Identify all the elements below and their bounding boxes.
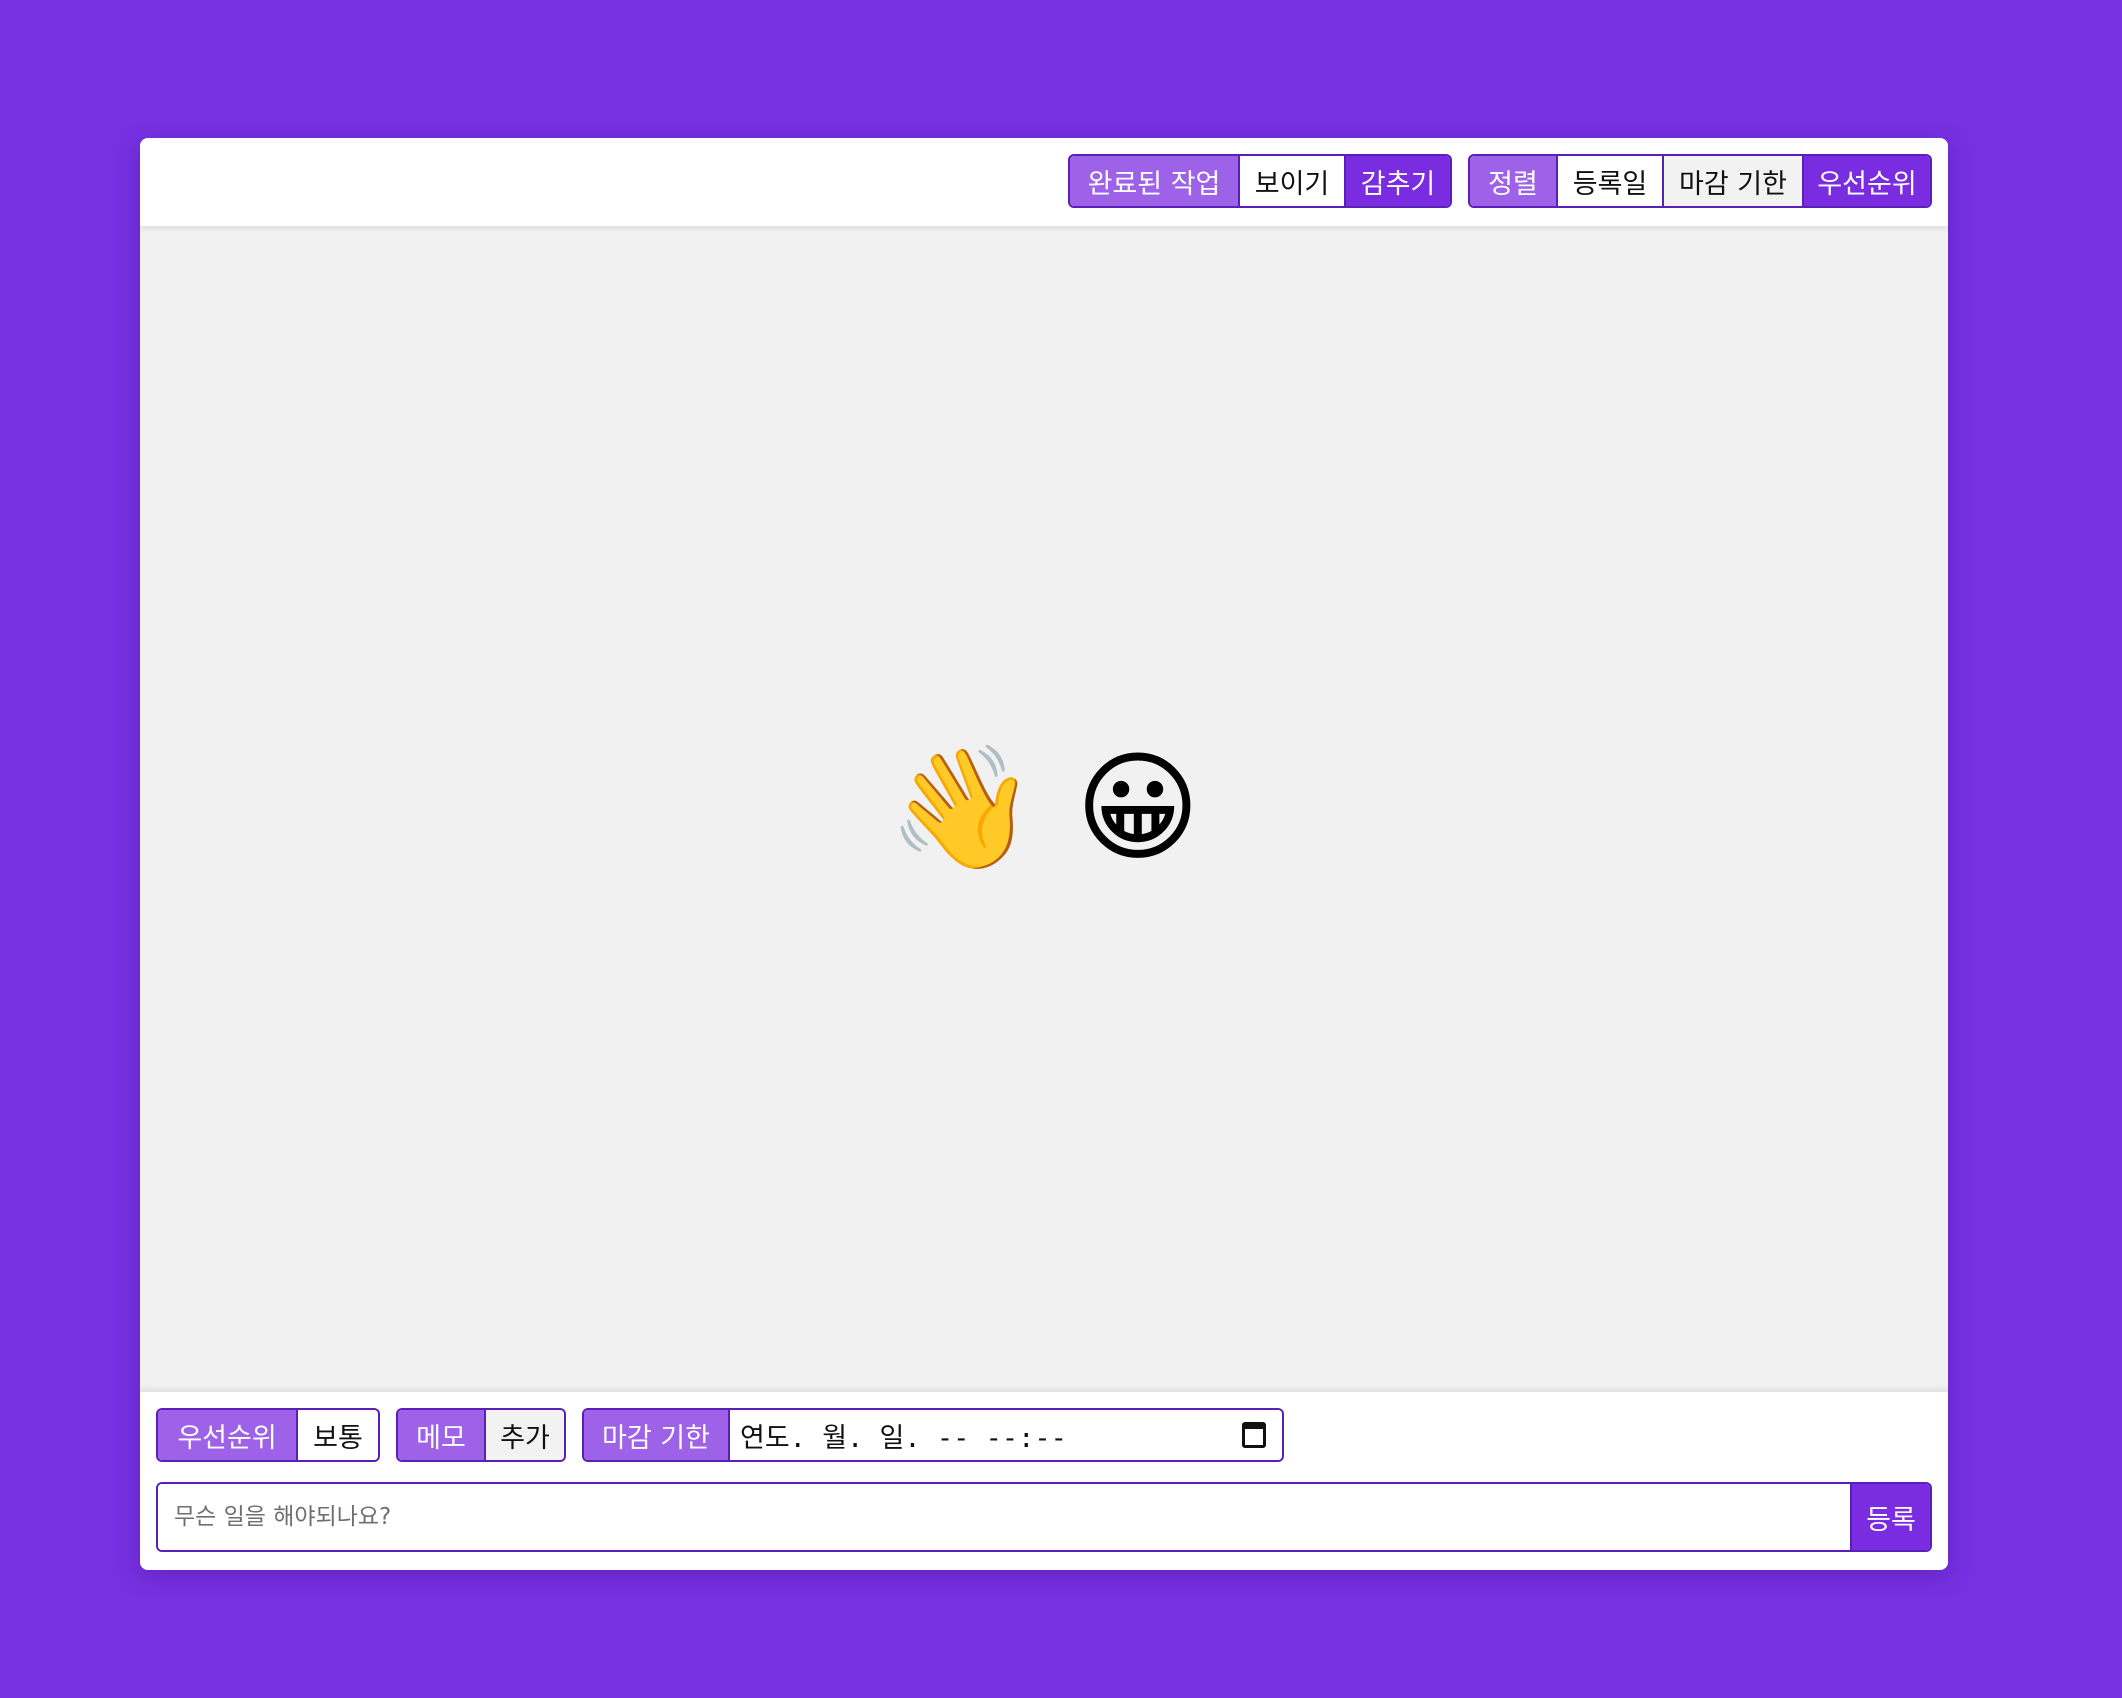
hide-completed-button[interactable]: 감추기 (1344, 156, 1450, 206)
show-completed-button[interactable]: 보이기 (1238, 156, 1344, 206)
deadline-picker: 마감 기한 연도. 월. 일. -- --:-- (582, 1408, 1284, 1462)
memo-label: 메모 (398, 1410, 484, 1460)
top-toolbar: 완료된 작업 보이기 감추기 정렬 등록일 마감 기한 우선순위 (140, 138, 1948, 226)
deadline-datetime-value: 연도. 월. 일. -- --:-- (740, 1422, 1067, 1454)
sort-by-created-button[interactable]: 등록일 (1556, 156, 1662, 206)
completed-tasks-toggle: 완료된 작업 보이기 감추기 (1068, 154, 1452, 208)
submit-todo-button[interactable]: 등록 (1850, 1484, 1930, 1550)
sort-selector: 정렬 등록일 마감 기한 우선순위 (1468, 154, 1932, 208)
deadline-label: 마감 기한 (584, 1410, 728, 1460)
priority-selector: 우선순위 보통 (156, 1408, 380, 1462)
completed-tasks-label: 완료된 작업 (1070, 156, 1238, 206)
sort-by-deadline-button[interactable]: 마감 기한 (1662, 156, 1802, 206)
calendar-icon[interactable] (1242, 1422, 1266, 1448)
todo-app-window: 완료된 작업 보이기 감추기 정렬 등록일 마감 기한 우선순위 👋 😀 우선순… (140, 138, 1948, 1570)
sort-by-priority-button[interactable]: 우선순위 (1802, 156, 1930, 206)
priority-label: 우선순위 (158, 1410, 296, 1460)
task-entry-bar: 우선순위 보통 메모 추가 마감 기한 연도. 월. 일. -- --:-- 등… (140, 1392, 1948, 1570)
todo-input[interactable] (158, 1484, 1850, 1550)
empty-state-emoji: 👋 😀 (887, 739, 1201, 878)
priority-value-button[interactable]: 보통 (296, 1410, 378, 1460)
task-list-area: 👋 😀 (140, 226, 1948, 1530)
deadline-datetime-input[interactable]: 연도. 월. 일. -- --:-- (728, 1410, 1282, 1460)
todo-input-row: 등록 (156, 1482, 1932, 1552)
sort-label: 정렬 (1470, 156, 1556, 206)
memo-control: 메모 추가 (396, 1408, 566, 1462)
add-memo-button[interactable]: 추가 (484, 1410, 564, 1460)
